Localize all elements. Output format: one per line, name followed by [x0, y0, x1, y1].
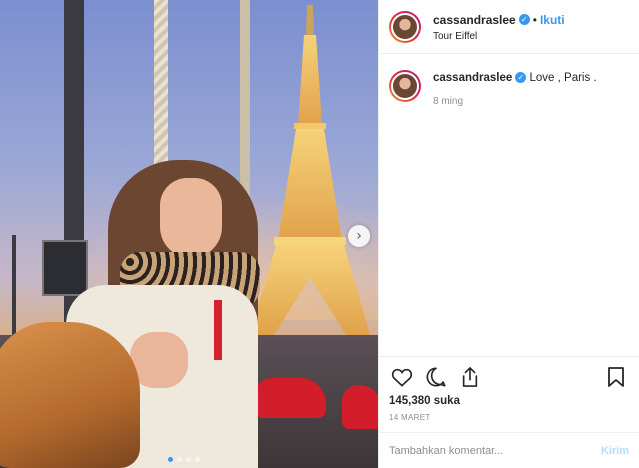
carousel-indicator — [168, 457, 200, 462]
header-text: cassandraslee ✓ • Ikuti Tour Eiffel — [433, 11, 565, 42]
likes-count[interactable]: 145,380 suka — [389, 395, 629, 407]
comment-input[interactable] — [389, 444, 601, 457]
caption-content: Love , Paris . — [529, 72, 597, 84]
share-icon[interactable] — [457, 365, 483, 389]
username-link[interactable]: cassandraslee — [433, 13, 516, 27]
avatar-image — [391, 12, 419, 41]
comments-section: cassandraslee ✓ Love , Paris . 8 ming — [379, 54, 639, 356]
separator: • — [532, 13, 537, 27]
post-time-ago[interactable]: 8 ming — [433, 96, 597, 107]
carousel-dot — [177, 457, 182, 462]
bookmark-icon[interactable] — [603, 365, 629, 389]
verified-badge-icon: ✓ — [515, 72, 527, 84]
sign-board — [42, 240, 88, 296]
caption-username[interactable]: cassandraslee — [433, 72, 512, 84]
carousel-horse — [0, 322, 140, 468]
caption-text: cassandraslee ✓ Love , Paris . — [433, 72, 597, 84]
avatar[interactable] — [389, 10, 421, 43]
caption-body: cassandraslee ✓ Love , Paris . 8 ming — [433, 70, 597, 107]
location-link[interactable]: Tour Eiffel — [433, 31, 565, 42]
comment-icon[interactable] — [423, 365, 449, 389]
follow-button[interactable]: Ikuti — [540, 13, 565, 27]
eiffel-tower-illustration — [250, 5, 370, 335]
sweater-stripe — [214, 300, 222, 360]
comment-form: Kirim — [379, 432, 639, 468]
caption-row: cassandraslee ✓ Love , Paris . 8 ming — [389, 70, 629, 107]
post-sidebar: cassandraslee ✓ • Ikuti Tour Eiffel cassand… — [378, 0, 639, 468]
post-header: cassandraslee ✓ • Ikuti Tour Eiffel — [379, 0, 639, 54]
post-date[interactable]: 14 MARET — [389, 413, 629, 422]
carousel-dot — [195, 457, 200, 462]
red-car — [254, 378, 326, 418]
action-icons — [389, 365, 629, 389]
red-car-second — [342, 385, 378, 429]
carousel-dot — [168, 457, 173, 462]
post-comment-button[interactable]: Kirim — [601, 445, 629, 457]
post-actions: 145,380 suka 14 MARET — [379, 356, 639, 422]
next-photo-button[interactable]: › — [348, 225, 370, 247]
heart-icon[interactable] — [389, 365, 415, 389]
verified-badge-icon: ✓ — [518, 14, 530, 26]
person-face — [160, 178, 222, 258]
caption-avatar[interactable] — [389, 70, 421, 102]
avatar-image — [391, 72, 419, 100]
carousel-dot — [186, 457, 191, 462]
post-photo[interactable]: › — [0, 0, 378, 468]
lamp-post-thin — [12, 235, 16, 335]
